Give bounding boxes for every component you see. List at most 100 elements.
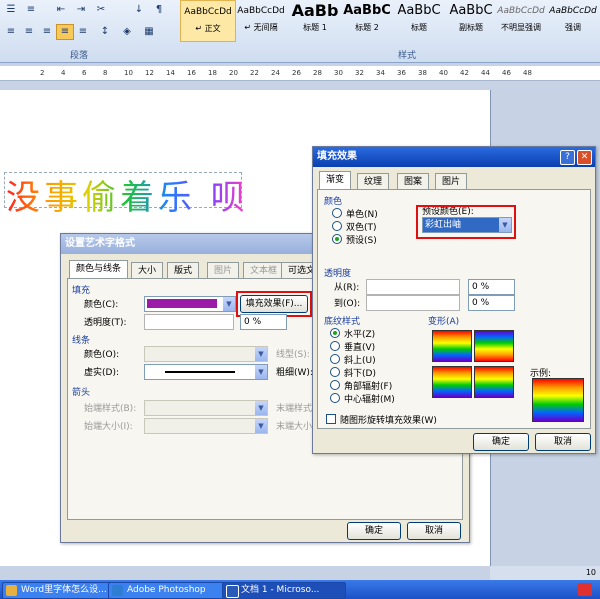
tab-layout[interactable]: 版式 (167, 262, 200, 279)
sort-icon[interactable]: ↓ (130, 2, 148, 18)
distribute-icon[interactable]: ≡ (74, 24, 92, 40)
tab-textbox[interactable]: 文本框 (243, 262, 285, 279)
decrease-indent-icon[interactable]: ⇤ (52, 2, 70, 18)
to-slider[interactable] (366, 295, 460, 311)
radio-preset[interactable] (332, 234, 342, 244)
style-no-spacing[interactable]: AaBbCcDd ↵ 无间隔 (234, 0, 288, 40)
taskbar: Word里字体怎么设... Adobe Photoshop 文档 1 - Mic… (0, 580, 600, 599)
radio-two-colors[interactable] (332, 221, 342, 231)
variant-3[interactable] (432, 366, 472, 398)
line-style-label: 线型(S): (276, 350, 310, 360)
transparency-slider[interactable] (144, 314, 234, 330)
variant-1[interactable] (432, 330, 472, 362)
chevron-down-icon[interactable]: ▼ (223, 297, 235, 311)
rotate-with-shape-checkbox[interactable] (326, 414, 336, 424)
fill-section-label: 填充 (72, 286, 91, 296)
ok-button[interactable]: 确定 (473, 433, 529, 451)
tab-gradient[interactable]: 渐变 (319, 171, 352, 190)
ruler-tick: 6 (82, 69, 87, 77)
cancel-button[interactable]: 取消 (535, 433, 591, 451)
radio-horizontal[interactable] (330, 328, 340, 338)
from-spin[interactable]: 0 % (468, 279, 515, 295)
align-right-icon[interactable]: ≡ (38, 24, 56, 40)
chevron-down-icon[interactable]: ▼ (255, 401, 267, 415)
styles-group-label: 样式 (398, 51, 417, 61)
show-marks-icon[interactable]: ¶ (150, 2, 168, 18)
justify-icon[interactable]: ≡ (56, 24, 74, 40)
zoom-level[interactable]: 10 (586, 568, 596, 577)
radio-from-corner[interactable] (330, 380, 340, 390)
begin-size-combo[interactable]: ▼ (144, 418, 268, 434)
ruler-tick: 20 (229, 69, 238, 77)
transparency-spin[interactable]: 0 % (240, 314, 287, 330)
numbering-icon[interactable]: ≡ (22, 2, 40, 18)
begin-size-label: 始端大小(I): (84, 422, 133, 432)
radio-vertical[interactable] (330, 341, 340, 351)
ruler-tick: 46 (502, 69, 511, 77)
close-icon[interactable]: ✕ (577, 150, 592, 165)
tab-size[interactable]: 大小 (131, 262, 164, 279)
from-slider[interactable] (366, 279, 460, 295)
shading-icon[interactable]: ◈ (118, 24, 136, 40)
ruler-tick: 26 (292, 69, 301, 77)
style-subtitle[interactable]: AaBbC 副标题 (444, 0, 498, 40)
chevron-down-icon[interactable]: ▼ (255, 365, 267, 379)
begin-style-combo[interactable]: ▼ (144, 400, 268, 416)
variant-4[interactable] (474, 366, 514, 398)
style-normal[interactable]: AaBbCcDd ↵ 正文 (180, 0, 236, 42)
ruler-tick: 10 (124, 69, 133, 77)
align-left-icon[interactable]: ≡ (2, 24, 20, 40)
tab-colors-lines[interactable]: 颜色与线条 (69, 260, 129, 279)
tray-icon[interactable] (578, 583, 592, 596)
weight-label: 粗细(W): (276, 368, 313, 378)
style-title[interactable]: AaBbC 标题 (392, 0, 446, 40)
to-spin[interactable]: 0 % (468, 295, 515, 311)
word-icon (226, 585, 239, 598)
bullets-icon[interactable]: ☰ (2, 2, 20, 18)
style-heading-1[interactable]: AaBb 标题 1 (288, 0, 342, 40)
to-label: 到(O): (334, 299, 361, 309)
line-spacing-icon[interactable]: ↕ (96, 24, 114, 40)
ruler-tick: 4 (61, 69, 66, 77)
tab-picture[interactable]: 图片 (207, 262, 240, 279)
increase-indent-icon[interactable]: ⇥ (72, 2, 90, 18)
begin-style-label: 始端样式(B): (84, 404, 137, 414)
style-name: 标题 2 (355, 23, 379, 32)
tab-picture[interactable]: 图片 (435, 173, 468, 190)
ruler-tick: 24 (271, 69, 280, 77)
tab-pattern[interactable]: 图案 (397, 173, 430, 190)
style-subtle-emphasis[interactable]: AaBbCcDd 不明显强调 (494, 0, 548, 40)
cancel-button[interactable]: 取消 (407, 522, 461, 540)
line-color-combo[interactable]: ▼ (144, 346, 268, 362)
variants-section-label: 变形(A) (428, 317, 460, 327)
chevron-down-icon[interactable]: ▼ (255, 419, 267, 433)
shading-section-label: 底纹样式 (324, 317, 361, 327)
style-name: 强调 (565, 23, 581, 32)
ok-button[interactable]: 确定 (347, 522, 401, 540)
dialog-title: 填充效果 (313, 147, 595, 167)
radio-diagonal-up[interactable] (330, 354, 340, 364)
radio-one-color[interactable] (332, 208, 342, 218)
align-center-icon[interactable]: ≡ (20, 24, 38, 40)
variant-2[interactable] (474, 330, 514, 362)
ribbon: ☰ ≡ ⇤ ⇥ ✂ ↓ ¶ ≡ ≡ ≡ ≡ ≡ ↕ ◈ ▦ 段落 样式 AaBb… (0, 0, 600, 63)
tab-texture[interactable]: 纹理 (357, 173, 390, 190)
chevron-down-icon[interactable]: ▼ (255, 347, 267, 361)
radio-from-center[interactable] (330, 393, 340, 403)
taskbar-item-word[interactable]: 文档 1 - Microso... (222, 582, 346, 599)
radio-diagonal-down[interactable] (330, 367, 340, 377)
taskbar-item-browser[interactable]: Word里字体怎么设... (2, 582, 122, 599)
wordart-text[interactable]: 没事偷着乐 呗 (6, 170, 249, 219)
help-icon[interactable]: ? (560, 150, 575, 165)
taskbar-item-photoshop[interactable]: Adobe Photoshop (108, 582, 236, 599)
multilevel-list-icon[interactable]: ✂ (92, 2, 110, 18)
fill-color-combo[interactable]: ▼ (144, 296, 236, 312)
borders-icon[interactable]: ▦ (140, 24, 158, 40)
dash-combo[interactable]: ▼ (144, 364, 268, 380)
horizontal-ruler[interactable]: 2 4 6 8 10 12 14 16 18 20 22 24 26 28 30 32 34 36 38 40 42 44… (0, 66, 600, 81)
ruler-tick: 42 (460, 69, 469, 77)
highlight-preset (416, 205, 516, 239)
style-emphasis[interactable]: AaBbCcDd 强调 (546, 0, 600, 40)
style-heading-2[interactable]: AaBbC 标题 2 (340, 0, 394, 40)
style-preview: AaBbCcDd (497, 6, 545, 16)
